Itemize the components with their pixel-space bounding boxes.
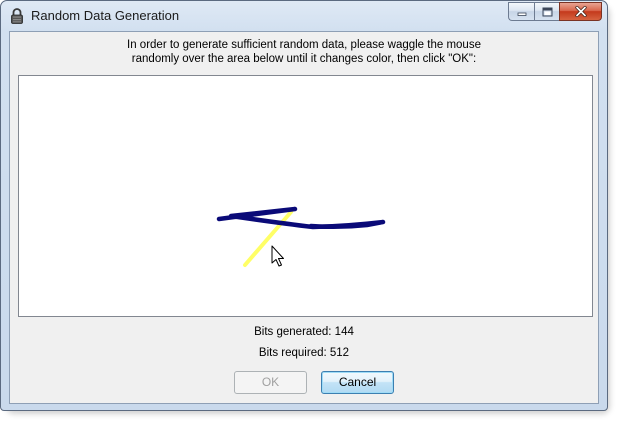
instructions-text: In order to generate sufficient random d… <box>10 38 598 66</box>
maximize-button[interactable] <box>534 2 559 21</box>
maximize-icon <box>542 7 552 16</box>
dialog-client-area: In order to generate sufficient random d… <box>9 31 599 404</box>
bits-required-label: Bits required: 512 <box>258 347 350 359</box>
minimize-icon <box>517 12 526 16</box>
close-icon <box>574 6 587 17</box>
cancel-button[interactable]: Cancel <box>321 371 394 394</box>
title-bar[interactable]: Random Data Generation <box>1 1 607 31</box>
instructions-line-2: randomly over the area below until it ch… <box>131 53 477 65</box>
instructions-line-1: In order to generate sufficient random d… <box>127 39 481 51</box>
mouse-entropy-area[interactable] <box>18 75 593 317</box>
window-title: Random Data Generation <box>31 8 180 23</box>
minimize-button[interactable] <box>508 2 534 21</box>
caption-buttons <box>508 2 602 21</box>
mouse-cursor-icon <box>271 245 284 267</box>
bits-generated-label: Bits generated: 144 <box>254 326 354 338</box>
entropy-drawing <box>216 206 386 267</box>
lock-icon <box>11 8 23 24</box>
mouse-trail <box>216 206 386 230</box>
dialog-window: Random Data Generation In order to gener… <box>0 0 608 411</box>
ok-button[interactable]: OK <box>234 371 307 394</box>
close-button[interactable] <box>559 2 602 21</box>
